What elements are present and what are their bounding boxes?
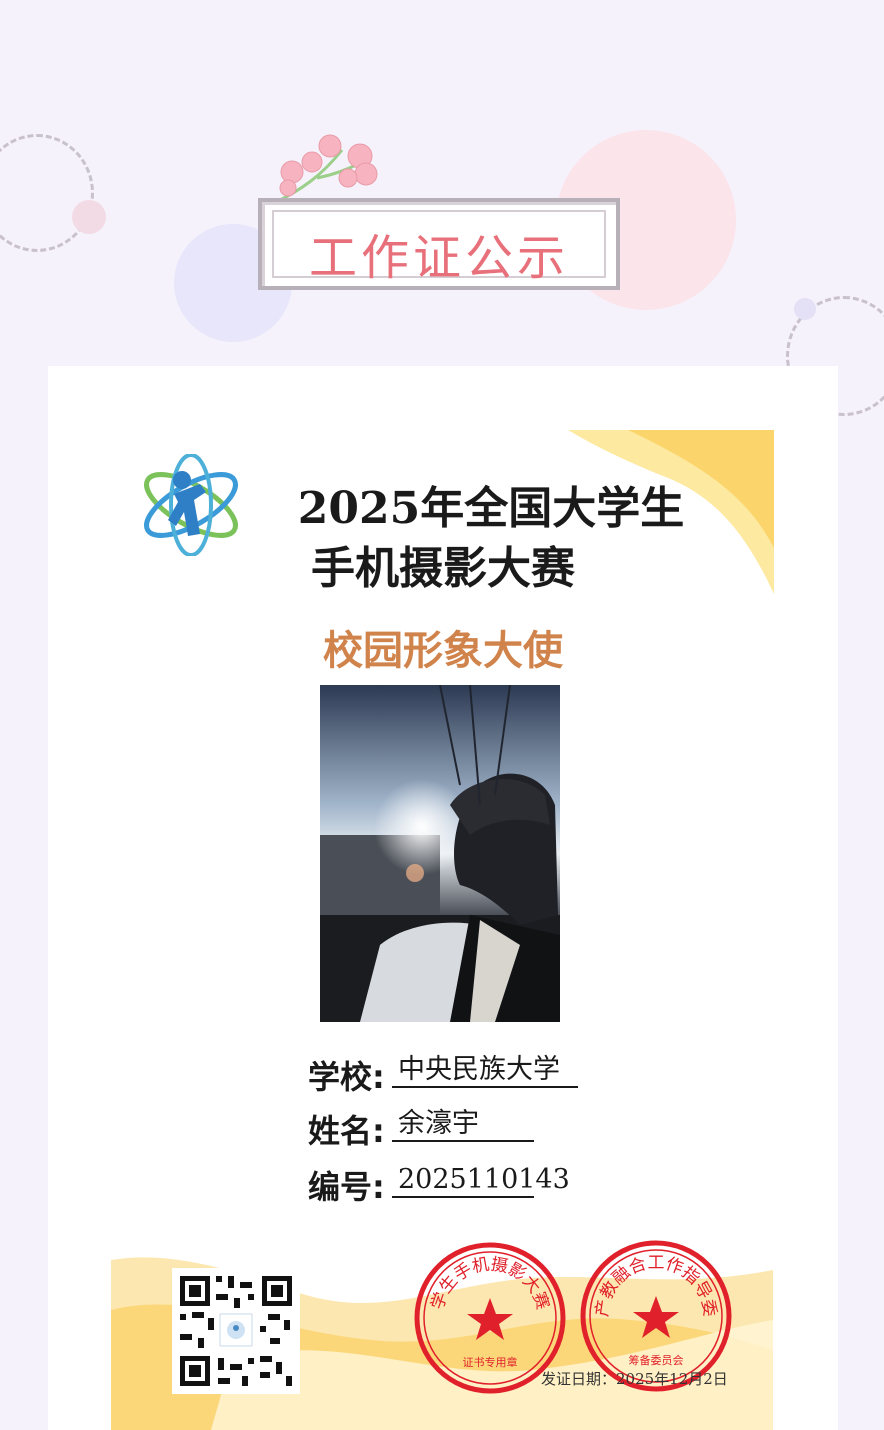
competition-title-line1: 2025年全国大学生 (297, 483, 685, 534)
number-label: 编号: (308, 1168, 385, 1206)
seal-2-bottom-text: 筹备委员会 (629, 1353, 684, 1367)
profile-photo (320, 685, 560, 1022)
banner-title: 工作证公示 (308, 230, 569, 286)
school-value: 中央民族大学 (392, 1052, 578, 1088)
decor-bubble-right (794, 298, 816, 320)
number-value: 2025110143 (392, 1162, 570, 1198)
decor-bubble-left (72, 200, 106, 234)
school-label: 学校: (308, 1058, 385, 1096)
role-title: 校园形象大使 (323, 628, 563, 674)
qr-code (172, 1268, 300, 1394)
issue-date: 发证日期：2025年12月2日 (541, 1370, 728, 1388)
decor-dashed-ring-left (0, 134, 94, 252)
certificate-card: 2025年全国大学生 手机摄影大赛 校园形象大使 学校: 中央民族大学 姓名: … (48, 366, 838, 1430)
competition-title-line2: 手机摄影大赛 (311, 543, 575, 594)
title-banner: 工作证公示 (258, 198, 620, 290)
seal-1-bottom-text: 证书专用章 (463, 1355, 518, 1369)
name-label: 姓名: (308, 1112, 385, 1150)
name-value: 余濠宇 (392, 1106, 534, 1142)
